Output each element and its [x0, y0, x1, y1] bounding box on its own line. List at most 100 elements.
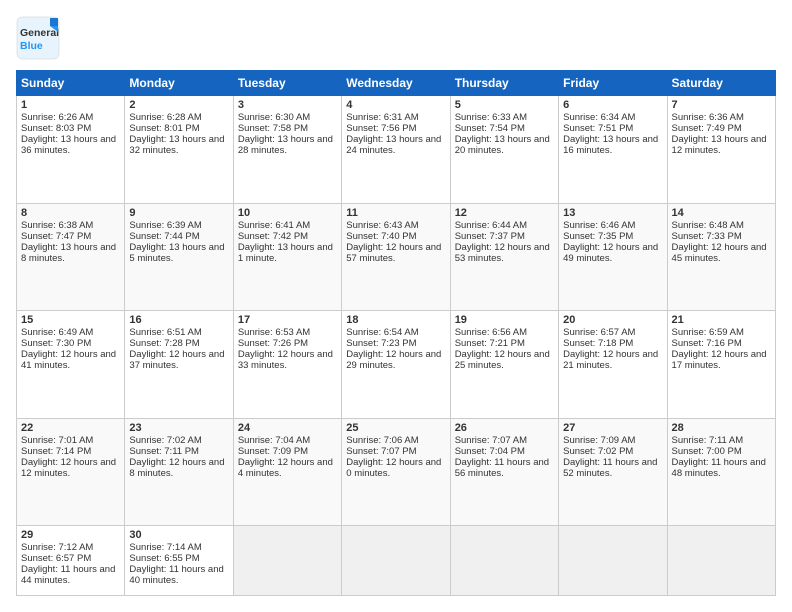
sunrise-label: Sunrise: 6:59 AM [672, 327, 744, 338]
daylight-label: Daylight: 12 hours and 57 minutes. [346, 242, 441, 264]
sunset-label: Sunset: 7:35 PM [563, 231, 633, 242]
day-number: 5 [455, 99, 554, 111]
sunrise-label: Sunrise: 6:44 AM [455, 220, 527, 231]
day-number: 22 [21, 422, 120, 434]
sunset-label: Sunset: 7:14 PM [21, 446, 91, 457]
daylight-label: Daylight: 13 hours and 16 minutes. [563, 134, 658, 156]
sunset-label: Sunset: 7:54 PM [455, 123, 525, 134]
header: General Blue [16, 16, 776, 60]
sunrise-label: Sunrise: 7:12 AM [21, 542, 93, 553]
sunrise-label: Sunrise: 6:46 AM [563, 220, 635, 231]
sunrise-label: Sunrise: 6:30 AM [238, 112, 310, 123]
daylight-label: Daylight: 13 hours and 36 minutes. [21, 134, 116, 156]
day-number: 25 [346, 422, 445, 434]
table-row: 20 Sunrise: 6:57 AM Sunset: 7:18 PM Dayl… [559, 311, 667, 419]
daylight-label: Daylight: 11 hours and 44 minutes. [21, 564, 115, 586]
sunrise-label: Sunrise: 6:41 AM [238, 220, 310, 231]
sunset-label: Sunset: 7:00 PM [672, 446, 742, 457]
table-row: 2 Sunrise: 6:28 AM Sunset: 8:01 PM Dayli… [125, 96, 233, 204]
daylight-label: Daylight: 12 hours and 0 minutes. [346, 457, 441, 479]
sunrise-label: Sunrise: 6:51 AM [129, 327, 201, 338]
sunrise-label: Sunrise: 6:34 AM [563, 112, 635, 123]
day-number: 1 [21, 99, 120, 111]
sunset-label: Sunset: 7:02 PM [563, 446, 633, 457]
daylight-label: Daylight: 12 hours and 29 minutes. [346, 349, 441, 371]
sunrise-label: Sunrise: 6:56 AM [455, 327, 527, 338]
table-row: 21 Sunrise: 6:59 AM Sunset: 7:16 PM Dayl… [667, 311, 775, 419]
day-number: 24 [238, 422, 337, 434]
sunrise-label: Sunrise: 7:07 AM [455, 435, 527, 446]
daylight-label: Daylight: 12 hours and 21 minutes. [563, 349, 658, 371]
sunrise-label: Sunrise: 6:54 AM [346, 327, 418, 338]
day-number: 9 [129, 207, 228, 219]
sunset-label: Sunset: 7:18 PM [563, 338, 633, 349]
table-row: 26 Sunrise: 7:07 AM Sunset: 7:04 PM Dayl… [450, 418, 558, 526]
daylight-label: Daylight: 12 hours and 53 minutes. [455, 242, 550, 264]
logo: General Blue [16, 16, 60, 60]
table-row: 8 Sunrise: 6:38 AM Sunset: 7:47 PM Dayli… [17, 203, 125, 311]
sunset-label: Sunset: 7:26 PM [238, 338, 308, 349]
sunset-label: Sunset: 7:04 PM [455, 446, 525, 457]
table-row: 29 Sunrise: 7:12 AM Sunset: 6:57 PM Dayl… [17, 526, 125, 596]
sunset-label: Sunset: 8:01 PM [129, 123, 199, 134]
empty-cell [450, 526, 558, 596]
sunset-label: Sunset: 7:21 PM [455, 338, 525, 349]
table-row: 30 Sunrise: 7:14 AM Sunset: 6:55 PM Dayl… [125, 526, 233, 596]
table-row: 3 Sunrise: 6:30 AM Sunset: 7:58 PM Dayli… [233, 96, 341, 204]
daylight-label: Daylight: 12 hours and 17 minutes. [672, 349, 767, 371]
table-row: 23 Sunrise: 7:02 AM Sunset: 7:11 PM Dayl… [125, 418, 233, 526]
table-row: 18 Sunrise: 6:54 AM Sunset: 7:23 PM Dayl… [342, 311, 450, 419]
sunset-label: Sunset: 8:03 PM [21, 123, 91, 134]
sunrise-label: Sunrise: 6:38 AM [21, 220, 93, 231]
daylight-label: Daylight: 12 hours and 33 minutes. [238, 349, 333, 371]
sunset-label: Sunset: 7:47 PM [21, 231, 91, 242]
day-number: 30 [129, 529, 228, 541]
day-number: 27 [563, 422, 662, 434]
sunset-label: Sunset: 6:55 PM [129, 553, 199, 564]
table-row: 13 Sunrise: 6:46 AM Sunset: 7:35 PM Dayl… [559, 203, 667, 311]
table-row: 22 Sunrise: 7:01 AM Sunset: 7:14 PM Dayl… [17, 418, 125, 526]
sunset-label: Sunset: 7:42 PM [238, 231, 308, 242]
sunrise-label: Sunrise: 6:36 AM [672, 112, 744, 123]
day-number: 28 [672, 422, 771, 434]
sunrise-label: Sunrise: 6:28 AM [129, 112, 201, 123]
sunrise-label: Sunrise: 7:02 AM [129, 435, 201, 446]
sunset-label: Sunset: 7:16 PM [672, 338, 742, 349]
day-number: 8 [21, 207, 120, 219]
calendar-table: Sunday Monday Tuesday Wednesday Thursday… [16, 70, 776, 596]
day-number: 14 [672, 207, 771, 219]
sunset-label: Sunset: 7:23 PM [346, 338, 416, 349]
sunset-label: Sunset: 7:07 PM [346, 446, 416, 457]
sunset-label: Sunset: 7:51 PM [563, 123, 633, 134]
daylight-label: Daylight: 12 hours and 45 minutes. [672, 242, 767, 264]
sunrise-label: Sunrise: 7:11 AM [672, 435, 744, 446]
week-row: 8 Sunrise: 6:38 AM Sunset: 7:47 PM Dayli… [17, 203, 776, 311]
table-row: 10 Sunrise: 6:41 AM Sunset: 7:42 PM Dayl… [233, 203, 341, 311]
day-number: 15 [21, 314, 120, 326]
col-tuesday: Tuesday [233, 71, 341, 96]
sunset-label: Sunset: 7:09 PM [238, 446, 308, 457]
table-row: 1 Sunrise: 6:26 AM Sunset: 8:03 PM Dayli… [17, 96, 125, 204]
day-number: 2 [129, 99, 228, 111]
svg-text:General: General [20, 27, 59, 39]
calendar-header-row: Sunday Monday Tuesday Wednesday Thursday… [17, 71, 776, 96]
day-number: 13 [563, 207, 662, 219]
daylight-label: Daylight: 11 hours and 40 minutes. [129, 564, 223, 586]
daylight-label: Daylight: 12 hours and 25 minutes. [455, 349, 550, 371]
day-number: 18 [346, 314, 445, 326]
svg-text:Blue: Blue [20, 40, 43, 52]
table-row: 17 Sunrise: 6:53 AM Sunset: 7:26 PM Dayl… [233, 311, 341, 419]
table-row: 14 Sunrise: 6:48 AM Sunset: 7:33 PM Dayl… [667, 203, 775, 311]
table-row: 28 Sunrise: 7:11 AM Sunset: 7:00 PM Dayl… [667, 418, 775, 526]
day-number: 26 [455, 422, 554, 434]
daylight-label: Daylight: 12 hours and 49 minutes. [563, 242, 658, 264]
day-number: 19 [455, 314, 554, 326]
sunset-label: Sunset: 7:37 PM [455, 231, 525, 242]
empty-cell [342, 526, 450, 596]
sunset-label: Sunset: 7:49 PM [672, 123, 742, 134]
day-number: 12 [455, 207, 554, 219]
sunrise-label: Sunrise: 6:33 AM [455, 112, 527, 123]
sunset-label: Sunset: 7:40 PM [346, 231, 416, 242]
col-thursday: Thursday [450, 71, 558, 96]
sunset-label: Sunset: 7:28 PM [129, 338, 199, 349]
